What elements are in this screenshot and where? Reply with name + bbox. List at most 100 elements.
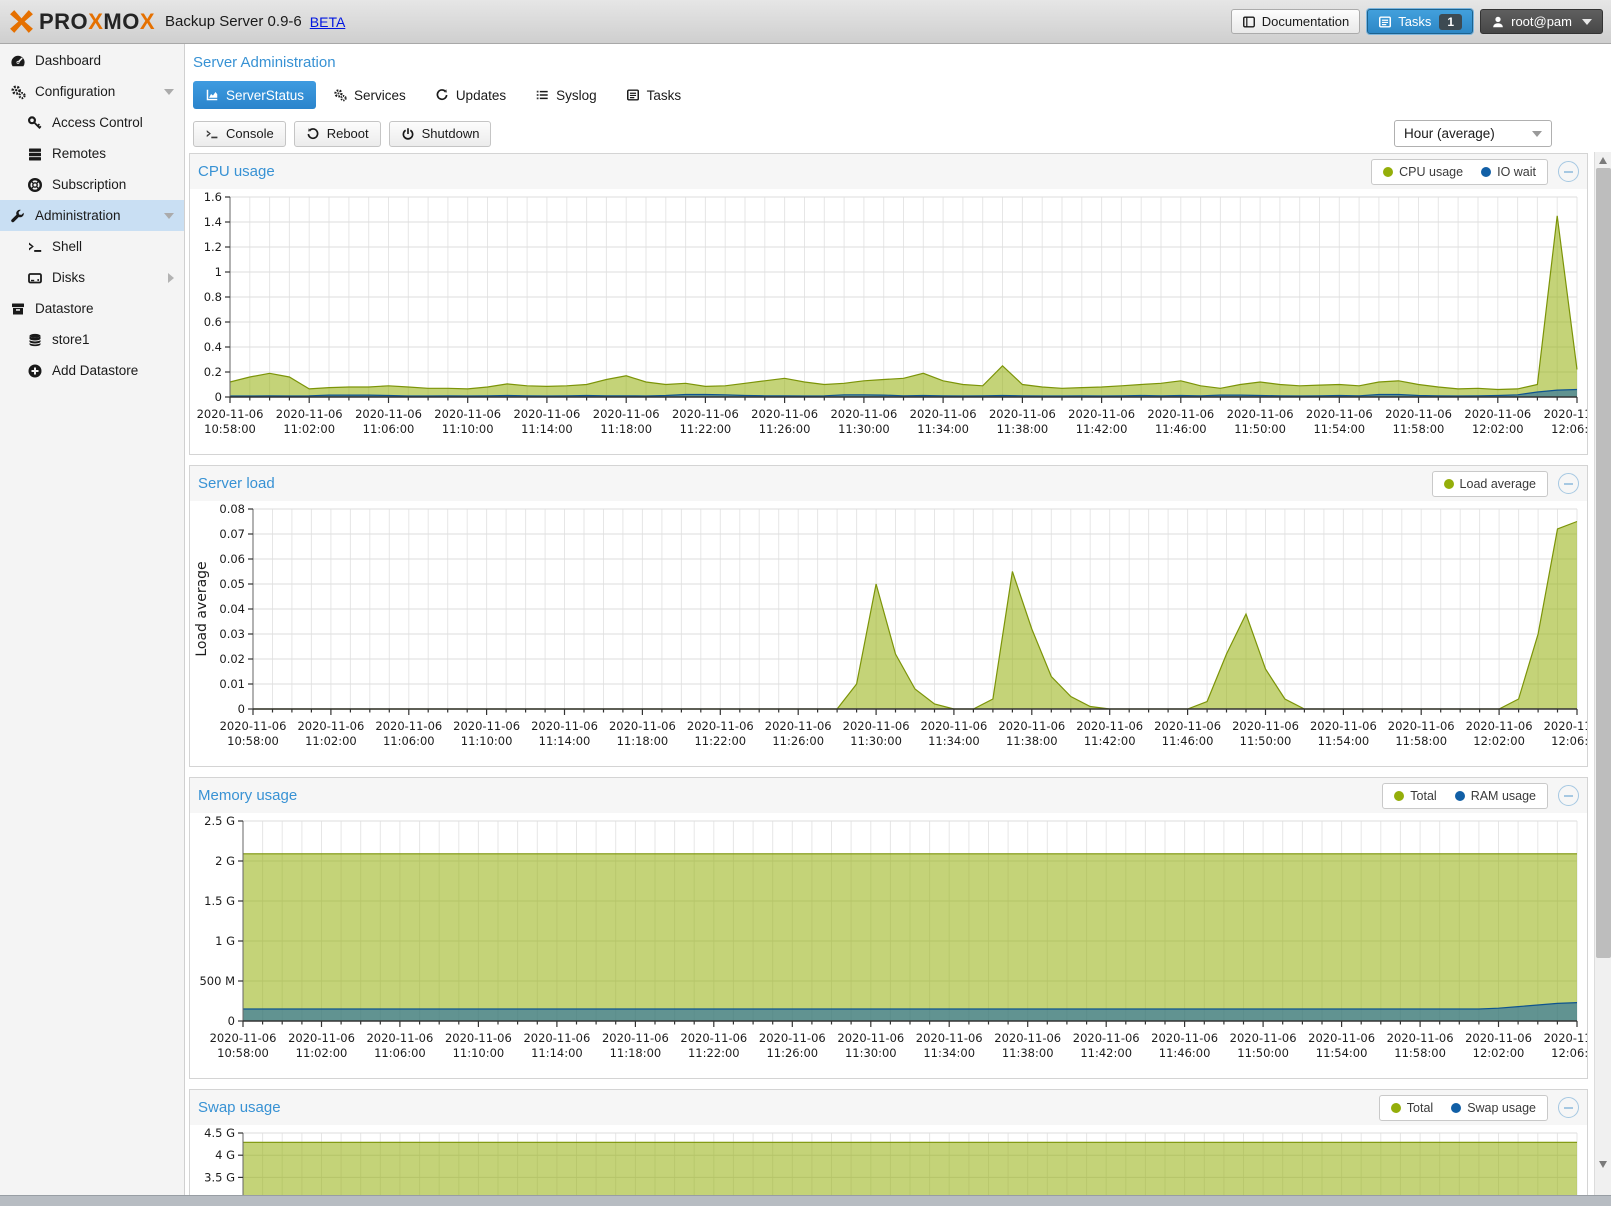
sidebar-item-remotes[interactable]: Remotes bbox=[0, 138, 184, 169]
svg-text:11:22:00: 11:22:00 bbox=[688, 1046, 740, 1060]
svg-text:10:58:00: 10:58:00 bbox=[217, 1046, 269, 1060]
sidebar-item-administration[interactable]: Administration bbox=[0, 200, 184, 231]
svg-text:11:26:00: 11:26:00 bbox=[759, 422, 811, 436]
tab-serverstatus[interactable]: ServerStatus bbox=[193, 81, 316, 109]
cpu-usage-panel: CPU usage CPU usageIO wait 2020-11-0610:… bbox=[189, 153, 1588, 455]
svg-text:2020-11-06: 2020-11-06 bbox=[1388, 719, 1455, 733]
svg-text:2020-11-06: 2020-11-06 bbox=[751, 407, 818, 421]
svg-text:2020-11-06: 2020-11-06 bbox=[989, 407, 1056, 421]
svg-text:11:02:00: 11:02:00 bbox=[305, 734, 357, 748]
svg-text:2020-11-06: 2020-11-06 bbox=[197, 407, 264, 421]
sidebar-item-configuration[interactable]: Configuration bbox=[0, 76, 184, 107]
vertical-scrollbar[interactable] bbox=[1594, 152, 1611, 1196]
svg-text:11:10:00: 11:10:00 bbox=[461, 734, 513, 748]
svg-text:12:02:00: 12:02:00 bbox=[1473, 734, 1525, 748]
support-icon bbox=[27, 177, 43, 193]
svg-text:2020-11-06: 2020-11-06 bbox=[1230, 1031, 1297, 1045]
memory-usage-chart: 2020-11-0610:58:002020-11-0611:02:002020… bbox=[190, 813, 1587, 1078]
server-load-chart: 2020-11-0610:58:002020-11-0611:02:002020… bbox=[190, 501, 1587, 766]
gauge-icon bbox=[10, 53, 26, 69]
svg-text:2020-11-06: 2020-11-06 bbox=[453, 719, 520, 733]
tab-services[interactable]: Services bbox=[321, 81, 418, 109]
documentation-button[interactable]: Documentation bbox=[1231, 9, 1360, 34]
svg-text:2020-11-06: 2020-11-06 bbox=[593, 407, 660, 421]
reboot-button[interactable]: Reboot bbox=[294, 121, 381, 147]
legend-item[interactable]: IO wait bbox=[1481, 165, 1536, 179]
sidebar-item-store1[interactable]: store1 bbox=[0, 324, 184, 355]
svg-text:2020-11-06: 2020-11-06 bbox=[1227, 407, 1294, 421]
svg-text:11:34:00: 11:34:00 bbox=[923, 1046, 975, 1060]
tab-updates[interactable]: Updates bbox=[423, 81, 518, 109]
svg-text:11:14:00: 11:14:00 bbox=[531, 1046, 583, 1060]
svg-text:2020-11-06: 2020-11-06 bbox=[837, 1031, 904, 1045]
legend-item[interactable]: Total bbox=[1391, 1101, 1433, 1115]
sidebar-item-dashboard[interactable]: Dashboard bbox=[0, 45, 184, 76]
shutdown-button[interactable]: Shutdown bbox=[389, 121, 492, 147]
collapse-icon[interactable] bbox=[1558, 785, 1579, 806]
tab-tasks[interactable]: Tasks bbox=[614, 81, 694, 109]
memory-usage-panel: Memory usage Total RAM usage 2020-11-06 10… bbox=[189, 777, 1588, 1079]
svg-text:11:38:00: 11:38:00 bbox=[1006, 734, 1058, 748]
task-list-icon bbox=[1378, 15, 1392, 29]
chart-legend: Total Swap usage bbox=[1379, 1095, 1548, 1121]
svg-text:2020-11-06: 2020-11-06 bbox=[1151, 1031, 1218, 1045]
collapse-icon[interactable] bbox=[1558, 473, 1579, 494]
legend-item[interactable]: Total bbox=[1394, 789, 1436, 803]
svg-text:11:18:00: 11:18:00 bbox=[617, 734, 669, 748]
svg-text:11:06:00: 11:06:00 bbox=[374, 1046, 426, 1060]
page-title: Server Administration bbox=[193, 54, 336, 71]
legend-item[interactable]: RAM usage bbox=[1455, 789, 1536, 803]
legend-item[interactable]: Load average bbox=[1444, 477, 1536, 491]
sidebar-item-shell[interactable]: Shell bbox=[0, 231, 184, 262]
task-list-icon bbox=[626, 88, 640, 102]
beta-link[interactable]: BETA bbox=[310, 14, 346, 30]
svg-text:0.8: 0.8 bbox=[204, 290, 222, 304]
collapse-icon[interactable] bbox=[1558, 1097, 1579, 1118]
collapse-icon[interactable] bbox=[1558, 161, 1579, 182]
tasks-button[interactable]: Tasks 1 bbox=[1367, 9, 1473, 34]
svg-text:Load average: Load average bbox=[194, 561, 210, 656]
svg-text:11:14:00: 11:14:00 bbox=[539, 734, 591, 748]
legend-item[interactable]: CPU usage bbox=[1383, 165, 1463, 179]
proxmox-x-icon bbox=[8, 8, 35, 35]
svg-text:0.4: 0.4 bbox=[204, 340, 222, 354]
proxmox-logo: PROXMOX bbox=[8, 8, 155, 35]
svg-text:2020-11-06: 2020-11-06 bbox=[1465, 1031, 1532, 1045]
legend-dot-icon bbox=[1383, 167, 1393, 177]
svg-text:1 G: 1 G bbox=[215, 934, 235, 948]
legend-item[interactable]: Swap usage bbox=[1451, 1101, 1536, 1115]
svg-text:11:02:00: 11:02:00 bbox=[283, 422, 335, 436]
sidebar-item-access-control[interactable]: Access Control bbox=[0, 107, 184, 138]
svg-text:2020-11-06: 2020-11-06 bbox=[1073, 1031, 1140, 1045]
svg-text:2020-11-06: 2020-11-06 bbox=[830, 407, 897, 421]
sidebar-item-datastore[interactable]: Datastore bbox=[0, 293, 184, 324]
sidebar-item-disks[interactable]: Disks bbox=[0, 262, 184, 293]
svg-text:2020-11-06: 2020-11-06 bbox=[288, 1031, 355, 1045]
tab-syslog[interactable]: Syslog bbox=[523, 81, 609, 109]
sidebar-item-add-datastore[interactable]: Add Datastore bbox=[0, 355, 184, 386]
svg-text:2020-11-06: 2020-11-06 bbox=[297, 719, 364, 733]
chart-title: Memory usage bbox=[198, 787, 297, 804]
timeframe-select[interactable]: Hour (average) bbox=[1394, 120, 1552, 147]
svg-text:11:10:00: 11:10:00 bbox=[453, 1046, 505, 1060]
svg-text:11:30:00: 11:30:00 bbox=[850, 734, 902, 748]
svg-text:11:06:00: 11:06:00 bbox=[363, 422, 415, 436]
svg-text:2020-11-06: 2020-11-06 bbox=[1544, 719, 1587, 733]
user-menu-button[interactable]: root@pam bbox=[1480, 9, 1603, 34]
scroll-up-arrow[interactable] bbox=[1599, 157, 1607, 164]
svg-text:11:50:00: 11:50:00 bbox=[1237, 1046, 1289, 1060]
scrollbar-thumb[interactable] bbox=[1596, 168, 1611, 958]
svg-text:2020-11-06: 2020-11-06 bbox=[531, 719, 598, 733]
svg-text:0.04: 0.04 bbox=[219, 602, 245, 616]
svg-text:11:02:00: 11:02:00 bbox=[296, 1046, 348, 1060]
svg-text:11:26:00: 11:26:00 bbox=[772, 734, 824, 748]
top-header-bar: PROXMOX Backup Server 0.9-6 BETA Documen… bbox=[0, 0, 1611, 44]
scroll-down-arrow[interactable] bbox=[1599, 1161, 1607, 1168]
key-icon bbox=[27, 115, 43, 131]
console-button[interactable]: Console bbox=[193, 121, 286, 147]
svg-text:0.08: 0.08 bbox=[219, 502, 245, 516]
sidebar-item-subscription[interactable]: Subscription bbox=[0, 169, 184, 200]
svg-text:11:30:00: 11:30:00 bbox=[838, 422, 890, 436]
svg-text:11:34:00: 11:34:00 bbox=[928, 734, 980, 748]
svg-text:4 G: 4 G bbox=[215, 1148, 235, 1162]
